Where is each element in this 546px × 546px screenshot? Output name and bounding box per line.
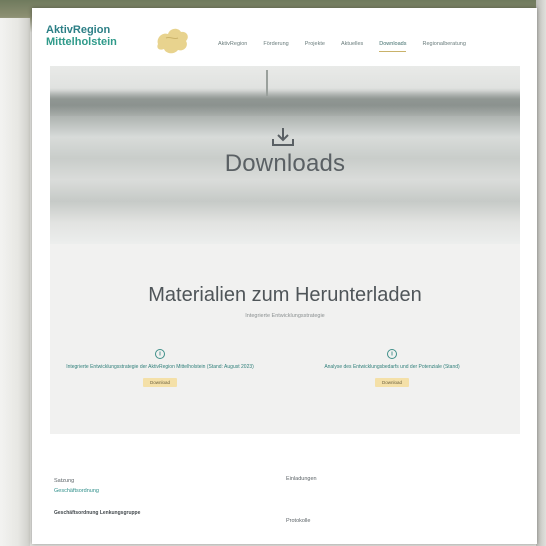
document-icon: [387, 349, 397, 359]
nav-item-aktuelles[interactable]: Aktuelles: [333, 40, 371, 48]
site-logo[interactable]: AktivRegion Mittelholstein: [46, 24, 117, 48]
download-icon: [272, 128, 294, 146]
footer-label-satzung: Satzung: [54, 478, 75, 484]
materials-title: Materialien zum Herunterladen: [148, 284, 422, 306]
download-item-text[interactable]: Integrierte Entwicklungsstrategie der Ak…: [58, 364, 263, 371]
hero-treeline: [50, 88, 520, 116]
hero-tower: [266, 70, 268, 96]
download-item: Integrierte Entwicklungsstrategie der Ak…: [50, 348, 270, 389]
footer-links: Satzung Geschäftsordnung Geschäftsordnun…: [50, 468, 520, 544]
nav-item-downloads[interactable]: Downloads: [371, 40, 414, 52]
download-button[interactable]: Download: [374, 377, 409, 387]
hero-title: Downloads: [224, 150, 346, 177]
download-item-text[interactable]: Analyse des Entwicklungsbedarfs und der …: [290, 364, 495, 371]
background-window-left: [0, 18, 30, 546]
download-item: Analyse des Entwicklungsbedarfs und der …: [282, 348, 502, 389]
download-button[interactable]: Download: [142, 377, 177, 387]
document-icon: [155, 349, 165, 359]
footer-link-protokolle[interactable]: Protokolle: [286, 518, 310, 524]
background-window-right: [536, 0, 546, 546]
footer-link-lenkungsgruppe[interactable]: Geschäftsordnung Lenkungsgruppe: [54, 510, 140, 516]
footer-link-geschaeftsordnung[interactable]: Geschäftsordnung: [54, 488, 99, 494]
materials-section: Materialien zum Herunterladen Integriert…: [50, 244, 520, 434]
main-navigation: AktivRegion Förderung Projekte Aktuelles…: [210, 40, 474, 52]
logo-line-1: AktivRegion: [46, 24, 111, 36]
nav-item-regionalberatung[interactable]: Regionalberatung: [414, 40, 473, 48]
footer-link-einladungen[interactable]: Einladungen: [286, 476, 317, 482]
webpage: AktivRegion Mittelholstein AktivRegion F…: [32, 8, 537, 544]
nav-item-foerderung[interactable]: Förderung: [255, 40, 296, 48]
region-map-logo-icon: [157, 28, 188, 54]
materials-subtitle: Integrierte Entwicklungsstrategie: [245, 313, 325, 319]
logo-line-2: Mittelholstein: [46, 36, 117, 48]
nav-item-projekte[interactable]: Projekte: [297, 40, 333, 48]
hero-banner: Downloads: [50, 66, 520, 244]
site-header: AktivRegion Mittelholstein AktivRegion F…: [32, 8, 537, 66]
nav-item-aktivregion[interactable]: AktivRegion: [210, 40, 255, 48]
